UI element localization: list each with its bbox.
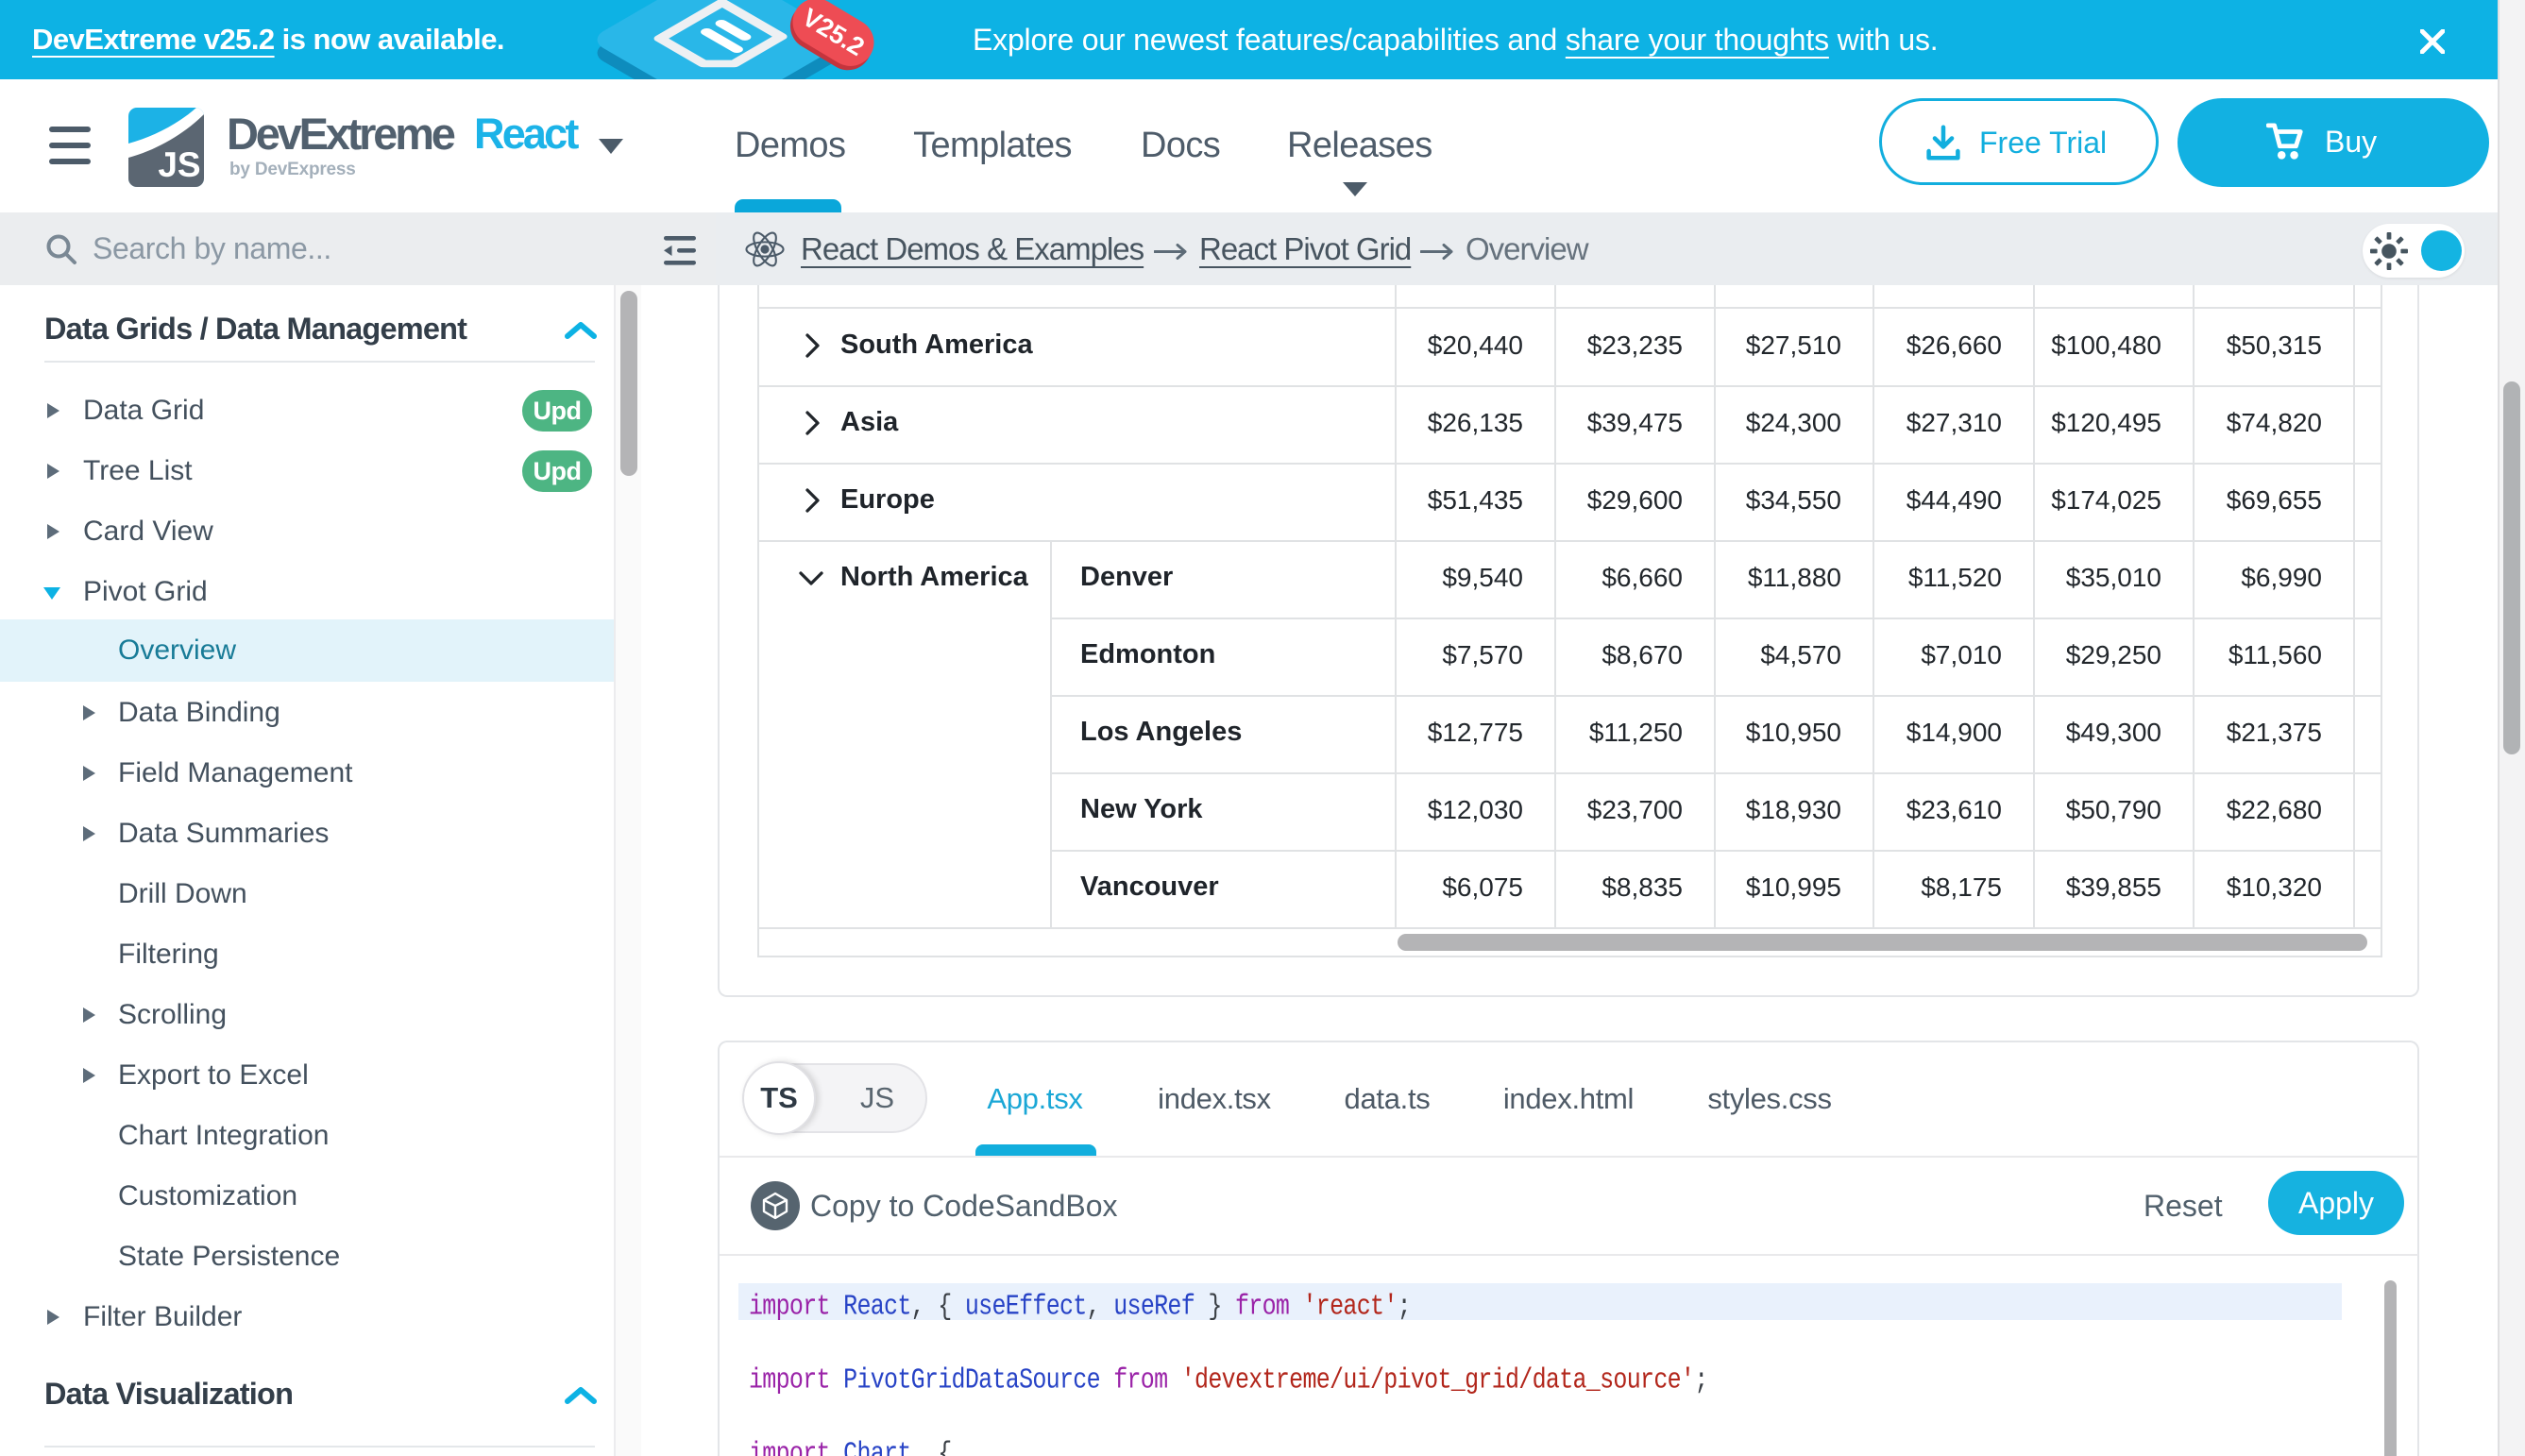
- svg-text:JS: JS: [158, 145, 200, 184]
